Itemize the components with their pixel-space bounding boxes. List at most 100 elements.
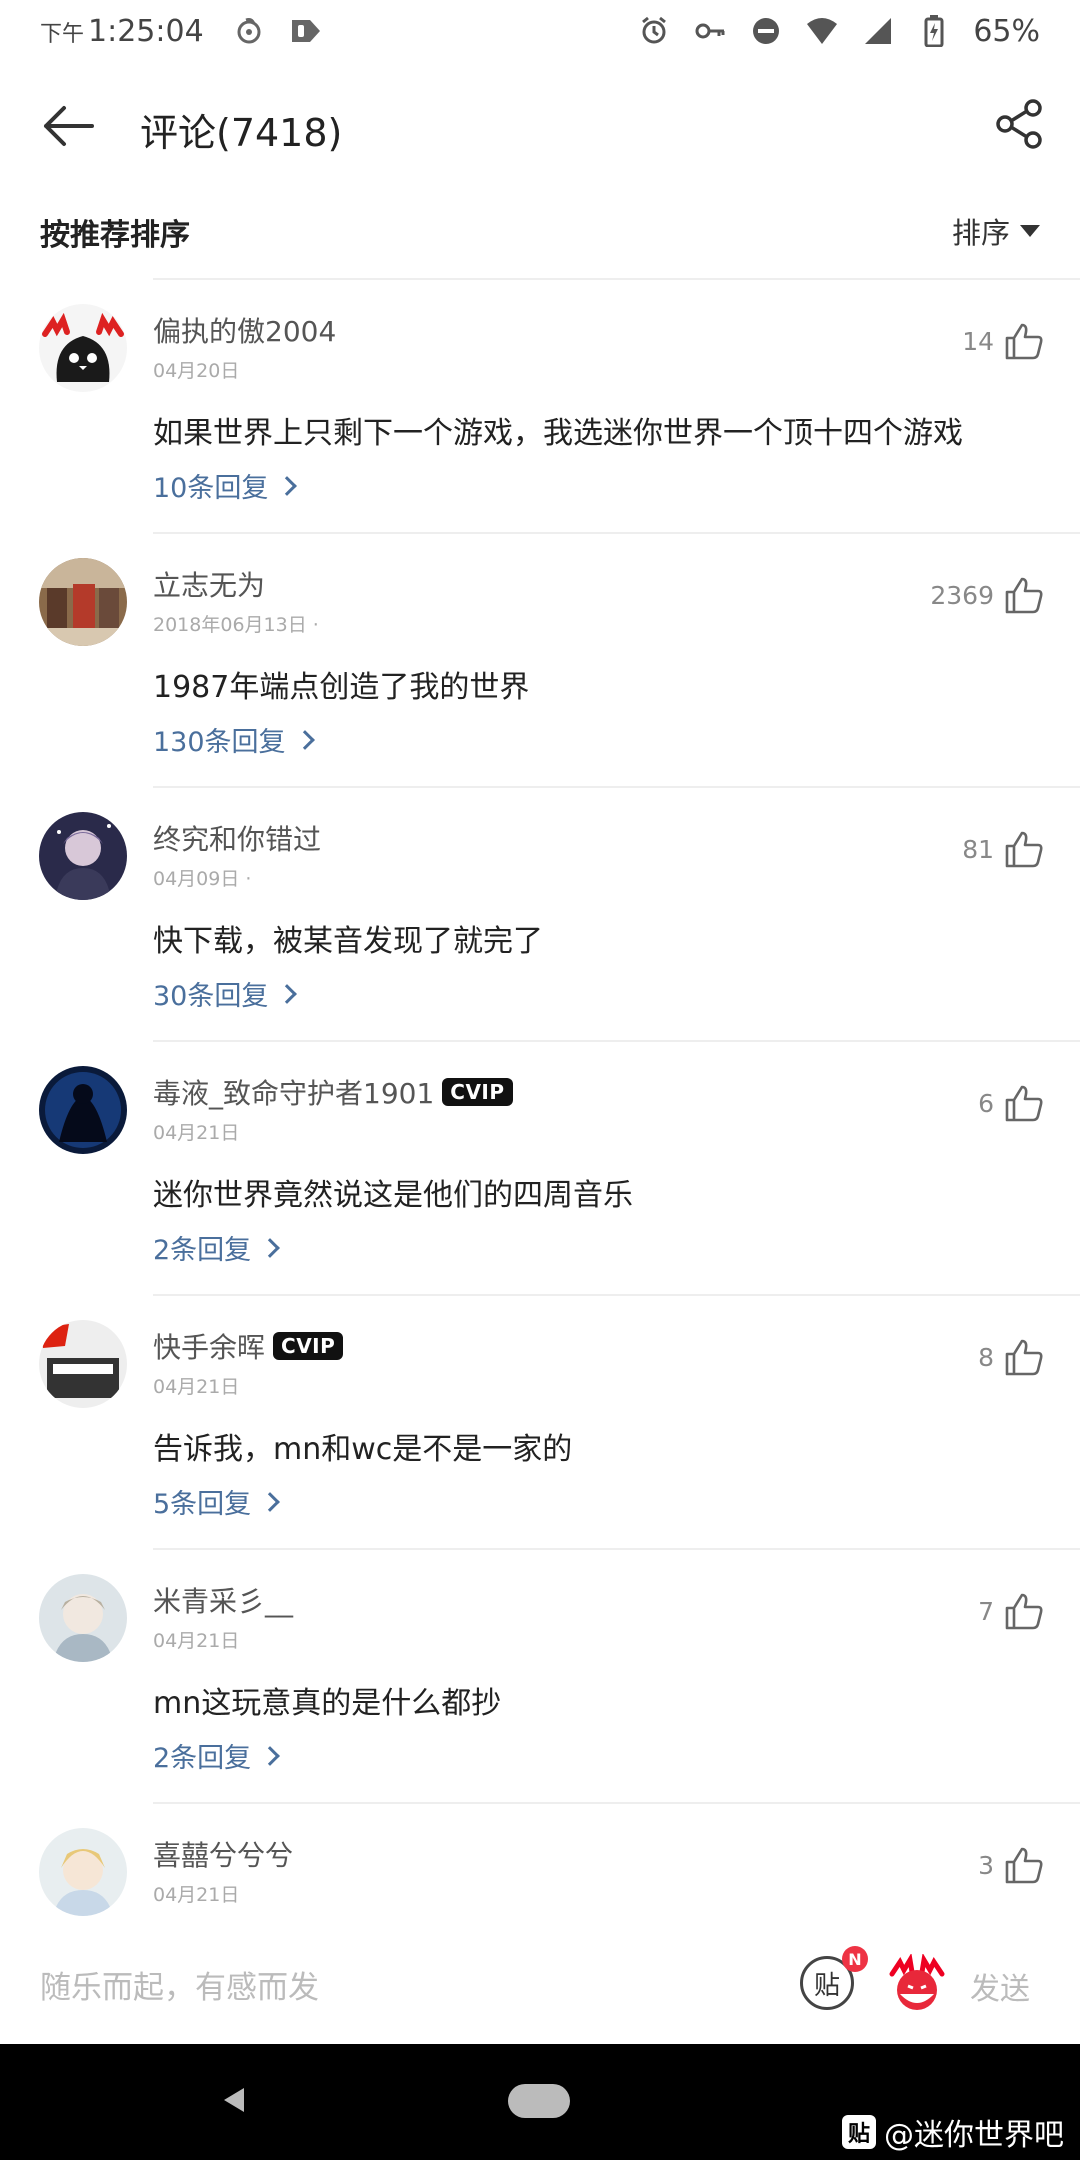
tieba-logo: 贴 (842, 2115, 876, 2149)
app-notification-icon (288, 14, 322, 48)
comment-item: 毒液_致命守护者1901 CVIP 04月21日 6 迷你世界竟然说这是他们的四周… (39, 1040, 1080, 1294)
chevron-right-icon (260, 1745, 281, 1766)
arrow-left-icon (44, 106, 94, 146)
like-count: 6 (978, 1088, 994, 1118)
like-button[interactable]: 7 (978, 1592, 1044, 1630)
watermark: 贴 @迷你世界吧 (842, 2110, 1064, 2154)
vip-badge: CVIP (442, 1078, 513, 1106)
caret-down-icon (1020, 225, 1040, 237)
comment-username[interactable]: 终究和你错过 (153, 818, 321, 858)
battery-percent: 65% (973, 13, 1040, 49)
like-count: 2369 (930, 580, 994, 610)
comment-date: 2018年06月13日 · (153, 614, 319, 636)
chevron-right-icon (277, 475, 298, 496)
avatar[interactable] (39, 1066, 127, 1154)
battery-charging-icon (917, 14, 951, 48)
like-count: 3 (978, 1850, 994, 1880)
app-header: 评论(7418) (0, 62, 1080, 188)
sort-button-label: 排序 (951, 216, 1010, 250)
comment-username[interactable]: 立志无为 (153, 564, 265, 604)
comment-item: 米青采彡__ 04月21日 7 mn这玩意真的是什么都抄 2条回复 (39, 1548, 1080, 1802)
comment-item: 终究和你错过 04月09日 · 81 快下载，被某音发现了就完了 30条回复 (39, 786, 1080, 1040)
like-button[interactable]: 81 (962, 830, 1044, 868)
emoji-button[interactable] (886, 1952, 948, 2016)
comment-input[interactable]: 随乐而起，有感而发 (40, 1962, 319, 2007)
alarm-icon (637, 14, 671, 48)
do-not-disturb-icon (749, 14, 783, 48)
emoji-face-icon (889, 1952, 945, 2010)
comment-text: 1987年端点创造了我的世界 (153, 670, 530, 705)
system-nav-bar: 贴 @迷你世界吧 (0, 2044, 1080, 2160)
comment-date: 04月21日 (153, 1376, 240, 1398)
send-button[interactable]: 发送 (970, 1964, 1030, 2008)
comment-composer: 随乐而起，有感而发 贴 N 发送 (0, 1926, 1080, 2044)
status-bar: 下午 1:25:04 65% (0, 0, 1080, 62)
watermark-text: @迷你世界吧 (884, 2118, 1064, 2153)
back-button[interactable] (40, 98, 96, 154)
like-button[interactable]: 6 (978, 1084, 1044, 1122)
avatar[interactable] (39, 304, 127, 392)
view-replies-link[interactable]: 2条回复 (153, 1228, 281, 1267)
tieba-button-label: 贴 (813, 1970, 840, 2001)
vpn-key-icon (693, 14, 727, 48)
like-button[interactable]: 8 (978, 1338, 1044, 1376)
thumbs-up-icon (1005, 1339, 1043, 1376)
view-replies-link[interactable]: 10条回复 (153, 466, 298, 505)
view-replies-link[interactable]: 5条回复 (153, 1482, 281, 1521)
notification-badge: N (842, 1946, 868, 1972)
avatar[interactable] (39, 558, 127, 646)
sort-button[interactable]: 排序 (952, 210, 1040, 252)
thumbs-up-icon (1005, 577, 1043, 614)
like-button[interactable]: 3 (978, 1846, 1044, 1884)
avatar[interactable] (39, 1828, 127, 1916)
chevron-right-icon (277, 983, 298, 1004)
vip-badge: CVIP (273, 1332, 344, 1360)
comment-text: mn这玩意真的是什么都抄 (153, 1686, 502, 1721)
comment-username[interactable]: 快手余晖 CVIP (153, 1326, 344, 1366)
comment-username[interactable]: 喜囍兮兮兮 (153, 1834, 293, 1874)
nav-home-pill[interactable] (508, 2084, 570, 2118)
wifi-icon (805, 14, 839, 48)
view-replies-link[interactable]: 30条回复 (153, 974, 298, 1013)
comment-date: 04月21日 (153, 1122, 240, 1144)
thumbs-up-icon (1005, 1085, 1043, 1122)
chevron-right-icon (294, 729, 315, 750)
comment-date: 04月21日 (153, 1884, 240, 1906)
chevron-right-icon (260, 1491, 281, 1512)
comment-item: 偏执的傲2004 04月20日 14 如果世界上只剩下一个游戏，我选迷你世界一个… (39, 278, 1080, 532)
status-time: 下午 1:25:04 (40, 13, 204, 49)
comment-list: 偏执的傲2004 04月20日 14 如果世界上只剩下一个游戏，我选迷你世界一个… (0, 278, 1080, 2056)
comment-text: 迷你世界竟然说这是他们的四周音乐 (153, 1178, 633, 1213)
avatar[interactable] (39, 1574, 127, 1662)
sort-mode-label: 按推荐排序 (40, 218, 190, 253)
thumbs-up-icon (1005, 323, 1043, 360)
comment-date: 04月21日 (153, 1630, 240, 1652)
share-button[interactable] (990, 94, 1050, 154)
view-replies-link[interactable]: 2条回复 (153, 1736, 281, 1775)
comment-item: 立志无为 2018年06月13日 · 2369 1987年端点创造了我的世界 1… (39, 532, 1080, 786)
comment-username[interactable]: 偏执的傲2004 (153, 310, 336, 350)
comment-username[interactable]: 米青采彡__ (153, 1580, 293, 1620)
comment-username[interactable]: 毒液_致命守护者1901 CVIP (153, 1072, 513, 1112)
avatar[interactable] (39, 1320, 127, 1408)
like-count: 7 (978, 1596, 994, 1626)
thumbs-up-icon (1005, 831, 1043, 868)
like-button[interactable]: 14 (962, 322, 1044, 360)
thumbs-up-icon (1005, 1593, 1043, 1630)
avatar[interactable] (39, 812, 127, 900)
comment-text: 如果世界上只剩下一个游戏，我选迷你世界一个顶十四个游戏 (153, 416, 963, 451)
comment-date: 04月09日 · (153, 868, 252, 890)
nav-back-icon[interactable] (220, 2086, 248, 2114)
cell-signal-icon (861, 14, 895, 48)
like-button[interactable]: 2369 (930, 576, 1044, 614)
page-title: 评论(7418) (140, 111, 343, 155)
thumbs-up-icon (1005, 1847, 1043, 1884)
comment-item: 快手余晖 CVIP 04月21日 8 告诉我，mn和wc是不是一家的 5条回复 (39, 1294, 1080, 1548)
sort-bar: 按推荐排序 排序 (0, 196, 1080, 276)
netease-music-icon (232, 14, 266, 48)
share-icon (996, 99, 1042, 149)
like-count: 81 (962, 834, 994, 864)
comment-date: 04月20日 (153, 360, 240, 382)
view-replies-link[interactable]: 130条回复 (153, 720, 315, 759)
like-count: 8 (978, 1342, 994, 1372)
